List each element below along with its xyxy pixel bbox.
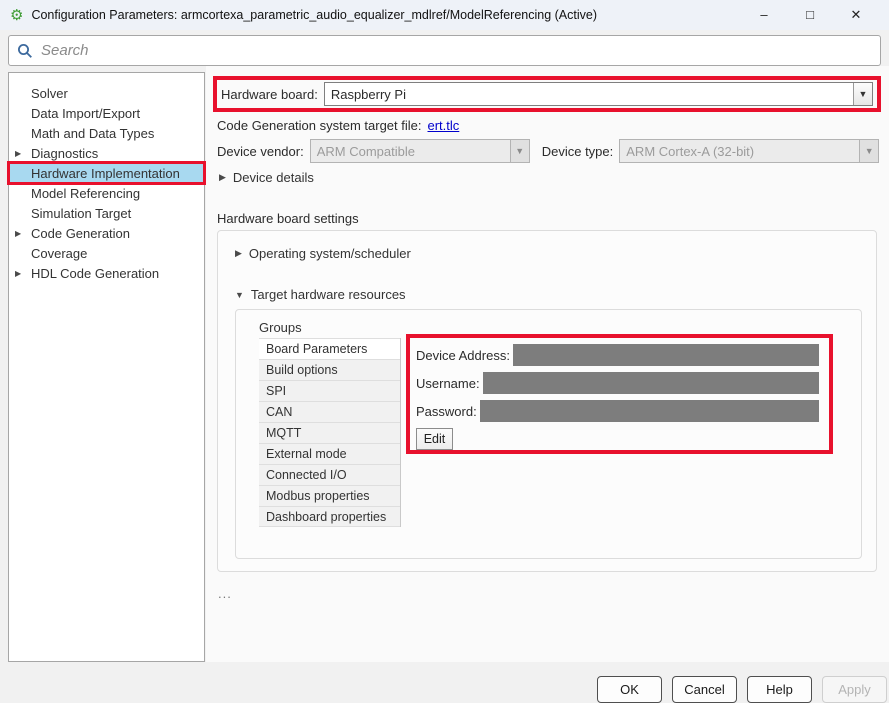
device-vendor-value: ARM Compatible	[311, 144, 510, 159]
groups-item-dashboard-properties[interactable]: Dashboard properties	[259, 506, 400, 527]
username-label: Username:	[416, 376, 480, 391]
device-vendor-select[interactable]: ARM Compatible ▼	[310, 139, 530, 163]
sidebar-item-solver[interactable]: Solver	[9, 83, 204, 103]
sidebar-item-math-data-types[interactable]: Math and Data Types	[9, 123, 204, 143]
sidebar-item-label: Code Generation	[31, 226, 130, 241]
sidebar-item-label: Model Referencing	[31, 186, 140, 201]
app-gear-icon: ⚙	[10, 8, 23, 23]
target-hardware-resources-label: Target hardware resources	[251, 287, 406, 302]
groups-item-mqtt[interactable]: MQTT	[259, 422, 400, 443]
target-file-link[interactable]: ert.tlc	[428, 118, 460, 133]
groups-item-external-mode[interactable]: External mode	[259, 443, 400, 464]
device-address-label: Device Address:	[416, 348, 510, 363]
groups-item-build-options[interactable]: Build options	[259, 359, 400, 380]
hardware-board-value: Raspberry Pi	[325, 87, 853, 102]
groups-item-spi[interactable]: SPI	[259, 380, 400, 401]
dropdown-arrow-icon: ▼	[859, 140, 878, 162]
sidebar-item-coverage[interactable]: Coverage	[9, 243, 204, 263]
sidebar-item-label: Simulation Target	[31, 206, 131, 221]
dropdown-arrow-icon[interactable]: ▼	[853, 83, 872, 105]
device-vendor-label: Device vendor:	[217, 144, 304, 159]
password-label: Password:	[416, 404, 477, 419]
target-hardware-resources-toggle[interactable]: ▼ Target hardware resources	[235, 287, 406, 302]
apply-button[interactable]: Apply	[822, 676, 887, 703]
window-title: Configuration Parameters: armcortexa_par…	[31, 8, 741, 22]
groups-item-modbus-properties[interactable]: Modbus properties	[259, 485, 400, 506]
groups-list: Board Parameters Build options SPI CAN M…	[259, 338, 401, 527]
username-input[interactable]	[483, 372, 819, 394]
target-file-row: Code Generation system target file: ert.…	[217, 118, 459, 133]
expand-arrow-icon: ▶	[15, 149, 31, 158]
collapsed-arrow-icon: ▶	[219, 172, 226, 183]
more-indicator: ...	[218, 586, 232, 601]
board-parameters-fields: Device Address: Username: Password: Edit	[406, 334, 833, 454]
device-row: Device vendor: ARM Compatible ▼ Device t…	[217, 138, 885, 164]
device-type-select[interactable]: ARM Cortex-A (32-bit) ▼	[619, 139, 879, 163]
sidebar-item-diagnostics[interactable]: ▶Diagnostics	[9, 143, 204, 163]
operating-system-toggle[interactable]: ▶ Operating system/scheduler	[235, 246, 411, 261]
hardware-board-row: Hardware board: Raspberry Pi ▼	[213, 76, 881, 112]
collapsed-arrow-icon: ▶	[235, 248, 242, 259]
sidebar-item-simulation-target[interactable]: Simulation Target	[9, 203, 204, 223]
target-hardware-resources-panel: Groups Board Parameters Build options SP…	[235, 309, 862, 559]
close-icon[interactable]: ✕	[833, 7, 879, 23]
hardware-board-select[interactable]: Raspberry Pi ▼	[324, 82, 873, 106]
expand-arrow-icon: ▶	[15, 269, 31, 278]
main-pane: Hardware board: Raspberry Pi ▼ Code Gene…	[206, 66, 889, 662]
device-details-label: Device details	[233, 170, 314, 185]
window-controls: – □ ✕	[741, 7, 879, 23]
operating-system-label: Operating system/scheduler	[249, 246, 411, 261]
groups-item-can[interactable]: CAN	[259, 401, 400, 422]
expanded-arrow-icon: ▼	[235, 290, 244, 300]
search-input[interactable]	[41, 42, 872, 59]
sidebar-item-label: Math and Data Types	[31, 126, 154, 141]
cancel-button[interactable]: Cancel	[672, 676, 737, 703]
dropdown-arrow-icon: ▼	[510, 140, 529, 162]
groups-item-connected-io[interactable]: Connected I/O	[259, 464, 400, 485]
sidebar-item-label: Coverage	[31, 246, 87, 261]
hardware-board-settings-title: Hardware board settings	[217, 211, 359, 226]
expand-arrow-icon: ▶	[15, 229, 31, 238]
help-button[interactable]: Help	[747, 676, 812, 703]
maximize-icon[interactable]: □	[787, 7, 833, 23]
hardware-board-label: Hardware board:	[221, 87, 318, 102]
groups-item-board-parameters[interactable]: Board Parameters	[259, 338, 400, 359]
sidebar-item-label: Data Import/Export	[31, 106, 140, 121]
ok-button[interactable]: OK	[597, 676, 662, 703]
hardware-board-settings-panel: ▶ Operating system/scheduler ▼ Target ha…	[217, 230, 877, 572]
sidebar-item-model-referencing[interactable]: Model Referencing	[9, 183, 204, 203]
edit-button[interactable]: Edit	[416, 428, 453, 450]
device-address-row: Device Address:	[416, 344, 819, 366]
sidebar-item-label: HDL Code Generation	[31, 266, 159, 281]
password-input[interactable]	[480, 400, 819, 422]
sidebar-item-hardware-implementation[interactable]: Hardware Implementation	[9, 163, 204, 183]
device-details-toggle[interactable]: ▶ Device details	[219, 170, 314, 185]
sidebar-item-hdl-code-generation[interactable]: ▶HDL Code Generation	[9, 263, 204, 283]
username-row: Username:	[416, 372, 819, 394]
sidebar-item-code-generation[interactable]: ▶Code Generation	[9, 223, 204, 243]
search-bar	[8, 35, 881, 66]
search-icon	[17, 43, 33, 59]
sidebar-item-label: Diagnostics	[31, 146, 98, 161]
sidebar-item-data-import-export[interactable]: Data Import/Export	[9, 103, 204, 123]
dialog-footer: OK Cancel Help Apply	[0, 664, 889, 703]
minimize-icon[interactable]: –	[741, 7, 787, 23]
sidebar-item-label: Hardware Implementation	[31, 166, 180, 181]
title-bar: ⚙ Configuration Parameters: armcortexa_p…	[0, 0, 889, 30]
sidebar-item-label: Solver	[31, 86, 68, 101]
device-type-label: Device type:	[542, 144, 614, 159]
category-tree: Solver Data Import/Export Math and Data …	[8, 72, 205, 662]
groups-title: Groups	[259, 320, 302, 335]
device-address-input[interactable]	[513, 344, 819, 366]
target-file-label: Code Generation system target file:	[217, 118, 422, 133]
password-row: Password:	[416, 400, 819, 422]
device-type-value: ARM Cortex-A (32-bit)	[620, 144, 859, 159]
